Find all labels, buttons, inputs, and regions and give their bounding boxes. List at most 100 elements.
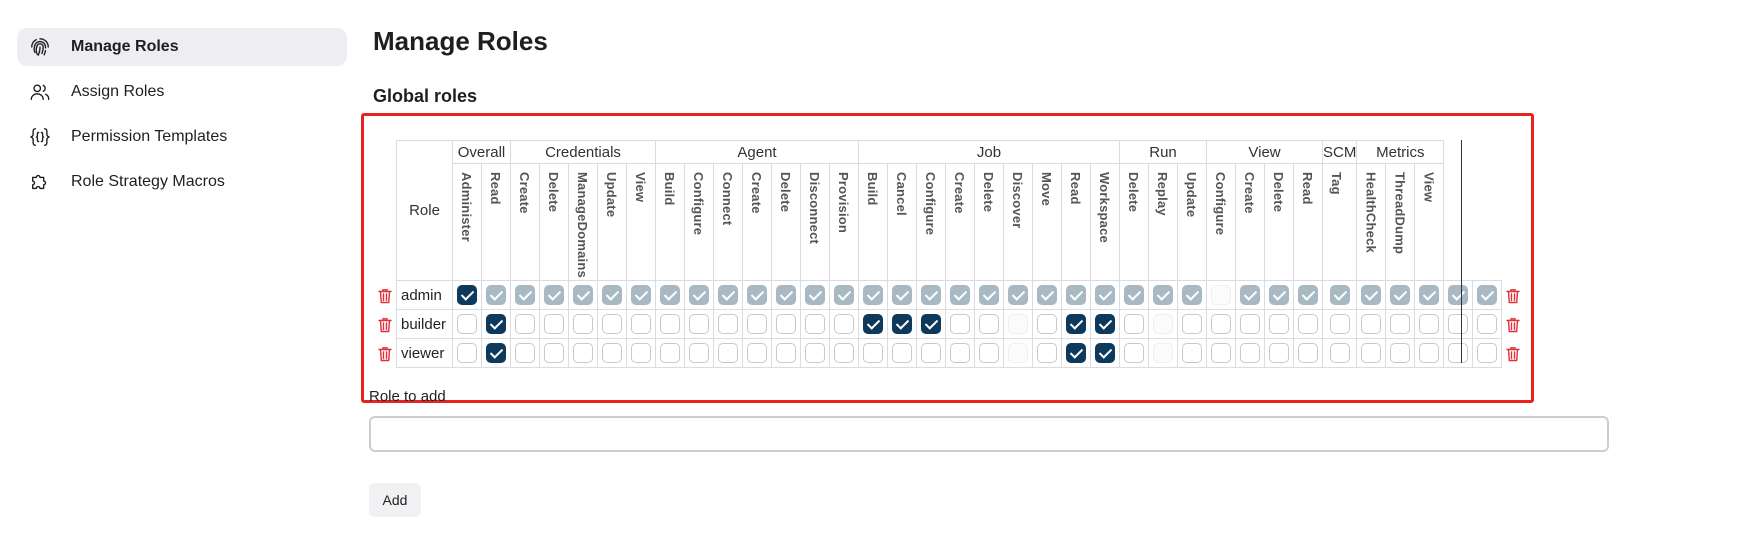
permission-checkbox[interactable] [1329,285,1350,305]
permission-checkbox[interactable] [1448,314,1469,334]
permission-checkbox[interactable] [1066,343,1086,363]
permission-checkbox[interactable] [834,314,854,334]
permission-checkbox[interactable] [689,285,709,305]
sidebar-item-role-strategy-macros[interactable]: Role Strategy Macros [17,163,347,201]
permission-checkbox[interactable] [602,343,622,363]
permission-checkbox[interactable] [979,343,999,363]
permission-checkbox[interactable] [776,314,796,334]
permission-checkbox[interactable] [573,314,593,334]
delete-role-icon[interactable] [1502,310,1525,339]
sidebar-item-manage-roles[interactable]: Manage Roles [17,28,347,66]
permission-checkbox[interactable] [1361,314,1382,334]
permission-checkbox[interactable] [805,314,825,334]
permission-checkbox[interactable] [1037,343,1057,363]
permission-checkbox[interactable] [1361,285,1382,305]
permission-checkbox[interactable] [1124,285,1144,305]
permission-checkbox[interactable] [1361,343,1382,363]
permission-checkbox[interactable] [1419,343,1440,363]
permission-checkbox[interactable] [1182,343,1202,363]
permission-checkbox[interactable] [515,343,535,363]
permission-checkbox[interactable] [486,343,506,363]
permission-checkbox[interactable] [1298,285,1318,305]
permission-checkbox[interactable] [1477,343,1498,363]
permission-checkbox[interactable] [1211,343,1231,363]
permission-checkbox[interactable] [1477,285,1498,305]
permission-checkbox[interactable] [1269,314,1289,334]
permission-checkbox[interactable] [892,343,912,363]
permission-checkbox[interactable] [805,285,825,305]
permission-checkbox[interactable] [863,285,883,305]
permission-checkbox[interactable] [660,343,680,363]
permission-checkbox[interactable] [457,343,477,363]
permission-checkbox[interactable] [1329,343,1350,363]
permission-checkbox[interactable] [631,285,651,305]
permission-checkbox[interactable] [950,285,970,305]
permission-checkbox[interactable] [1124,343,1144,363]
permission-checkbox[interactable] [631,314,651,334]
permission-checkbox[interactable] [1240,314,1260,334]
sidebar-item-permission-templates[interactable]: Permission Templates [17,118,347,156]
permission-checkbox[interactable] [1390,314,1411,334]
permission-checkbox[interactable] [486,285,506,305]
permission-checkbox[interactable] [1329,314,1350,334]
permission-checkbox[interactable] [1153,285,1173,305]
permission-checkbox[interactable] [979,285,999,305]
permission-checkbox[interactable] [718,285,738,305]
permission-checkbox[interactable] [718,314,738,334]
permission-checkbox[interactable] [1269,343,1289,363]
permission-checkbox[interactable] [921,314,941,334]
permission-checkbox[interactable] [544,285,564,305]
permission-checkbox[interactable] [747,285,767,305]
add-button[interactable]: Add [369,483,421,517]
permission-checkbox[interactable] [892,314,912,334]
permission-checkbox[interactable] [515,314,535,334]
permission-checkbox[interactable] [1298,314,1318,334]
delete-role-icon[interactable] [1502,281,1525,310]
sidebar-item-assign-roles[interactable]: Assign Roles [17,73,347,111]
delete-role-icon[interactable] [374,310,397,339]
permission-checkbox[interactable] [1477,314,1498,334]
permission-checkbox[interactable] [1037,285,1057,305]
permission-checkbox[interactable] [1390,285,1411,305]
permission-checkbox[interactable] [1448,285,1469,305]
permission-checkbox[interactable] [1066,314,1086,334]
permission-checkbox[interactable] [1390,343,1411,363]
permission-checkbox[interactable] [1269,285,1289,305]
permission-checkbox[interactable] [457,285,477,305]
permission-checkbox[interactable] [834,285,854,305]
permission-checkbox[interactable] [1095,285,1115,305]
permission-checkbox[interactable] [1095,314,1115,334]
permission-checkbox[interactable] [1037,314,1057,334]
permission-checkbox[interactable] [573,343,593,363]
permission-checkbox[interactable] [1066,285,1086,305]
permission-checkbox[interactable] [1008,285,1028,305]
permission-checkbox[interactable] [747,343,767,363]
permission-checkbox[interactable] [1211,314,1231,334]
permission-checkbox[interactable] [1419,285,1440,305]
permission-checkbox[interactable] [631,343,651,363]
permission-checkbox[interactable] [921,285,941,305]
permission-checkbox[interactable] [660,285,680,305]
permission-checkbox[interactable] [747,314,767,334]
permission-checkbox[interactable] [544,343,564,363]
permission-checkbox[interactable] [979,314,999,334]
permission-checkbox[interactable] [1182,285,1202,305]
permission-checkbox[interactable] [689,343,709,363]
permission-checkbox[interactable] [776,343,796,363]
permission-checkbox[interactable] [950,343,970,363]
permission-checkbox[interactable] [486,314,506,334]
permission-checkbox[interactable] [863,343,883,363]
permission-checkbox[interactable] [776,285,796,305]
permission-checkbox[interactable] [834,343,854,363]
permission-checkbox[interactable] [1182,314,1202,334]
permission-checkbox[interactable] [602,285,622,305]
permission-checkbox[interactable] [544,314,564,334]
permission-checkbox[interactable] [1298,343,1318,363]
permission-checkbox[interactable] [892,285,912,305]
permission-checkbox[interactable] [602,314,622,334]
permission-checkbox[interactable] [1095,343,1115,363]
delete-role-icon[interactable] [374,281,397,310]
permission-checkbox[interactable] [950,314,970,334]
permission-checkbox[interactable] [921,343,941,363]
permission-checkbox[interactable] [1240,285,1260,305]
